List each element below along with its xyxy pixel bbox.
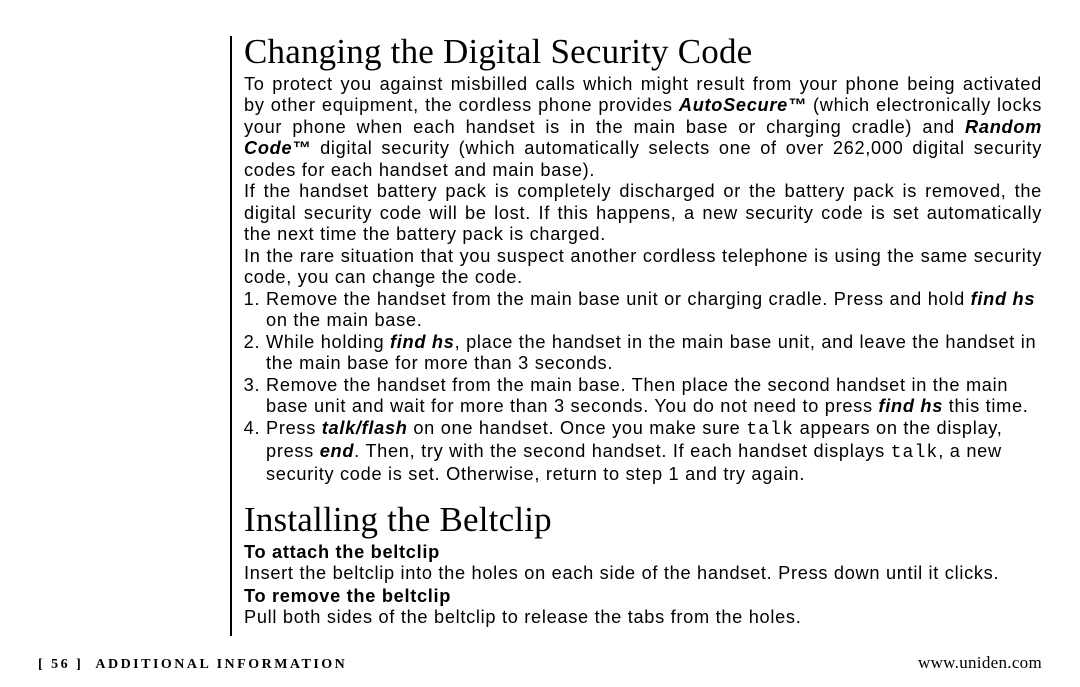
step-1: Remove the handset from the main base un… bbox=[266, 289, 1042, 332]
paragraph-attach: Insert the beltclip into the holes on ea… bbox=[244, 563, 1042, 584]
subhead-attach: To attach the beltclip bbox=[244, 542, 1042, 563]
key-talk-flash: talk/flash bbox=[322, 418, 408, 438]
paragraph-rare: In the rare situation that you suspect a… bbox=[244, 246, 1042, 289]
text: Remove the handset from the main base un… bbox=[266, 289, 971, 309]
footer-url: www.uniden.com bbox=[918, 653, 1042, 673]
heading-beltclip: Installing the Beltclip bbox=[244, 500, 1042, 540]
page-footer: [ 56 ] ADDITIONAL INFORMATION www.uniden… bbox=[38, 653, 1042, 673]
text: on the main base. bbox=[266, 310, 423, 330]
step-2: While holding find hs, place the handset… bbox=[266, 332, 1042, 375]
footer-left: [ 56 ] ADDITIONAL INFORMATION bbox=[38, 657, 347, 673]
key-find-hs: find hs bbox=[390, 332, 455, 352]
step-4: Press talk/flash on one handset. Once yo… bbox=[266, 418, 1042, 486]
steps-list: Remove the handset from the main base un… bbox=[244, 289, 1042, 486]
display-talk: talk bbox=[891, 443, 939, 463]
paragraph-intro: To protect you against misbilled calls w… bbox=[244, 74, 1042, 181]
key-find-hs: find hs bbox=[879, 396, 944, 416]
text: digital security (which automatically se… bbox=[244, 138, 1042, 179]
text: While holding bbox=[266, 332, 390, 352]
page-number: 56 bbox=[51, 657, 70, 672]
text: . Then, try with the second handset. If … bbox=[354, 441, 890, 461]
footer-section-label: ADDITIONAL INFORMATION bbox=[95, 657, 347, 672]
text: Press bbox=[266, 418, 322, 438]
vertical-rule bbox=[230, 36, 232, 636]
paragraph-battery: If the handset battery pack is completel… bbox=[244, 181, 1042, 245]
subhead-remove: To remove the beltclip bbox=[244, 586, 1042, 607]
term-autosecure: AutoSecure™ bbox=[679, 95, 807, 115]
text: on one handset. Once you make sure bbox=[408, 418, 747, 438]
manual-page: Changing the Digital Security Code To pr… bbox=[0, 0, 1080, 687]
bracket-open: [ bbox=[38, 657, 51, 672]
key-find-hs: find hs bbox=[971, 289, 1036, 309]
content-column: Changing the Digital Security Code To pr… bbox=[230, 32, 1042, 629]
heading-security-code: Changing the Digital Security Code bbox=[244, 32, 1042, 72]
section-beltclip: Installing the Beltclip To attach the be… bbox=[244, 500, 1042, 629]
paragraph-remove: Pull both sides of the beltclip to relea… bbox=[244, 607, 1042, 628]
bracket-close: ] bbox=[70, 657, 83, 672]
key-end: end bbox=[320, 441, 354, 461]
text: this time. bbox=[943, 396, 1029, 416]
display-talk: talk bbox=[746, 420, 794, 440]
step-3: Remove the handset from the main base. T… bbox=[266, 375, 1042, 418]
